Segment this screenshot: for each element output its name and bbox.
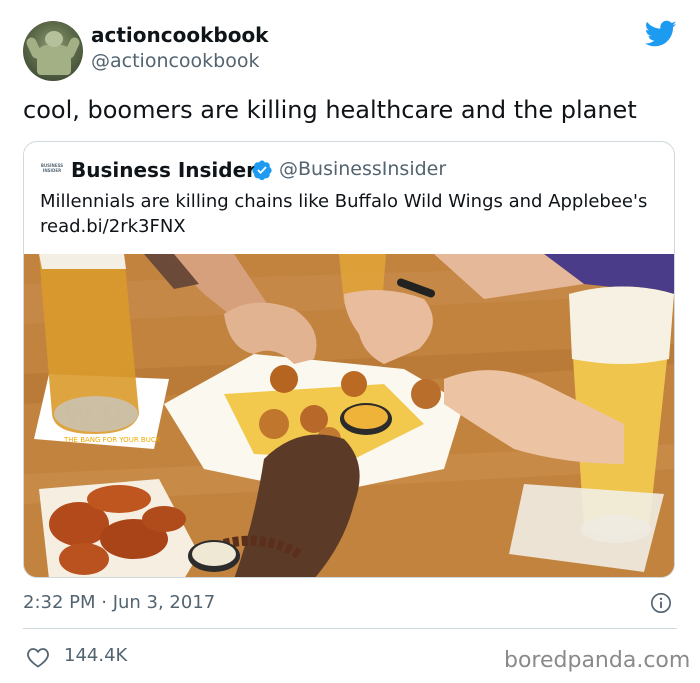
watermark: boredpanda.com — [504, 648, 691, 673]
photo-illustration: W D THE BANG FOR YOUR BUCK — [24, 254, 674, 577]
quoted-handle[interactable]: @BusinessInsider — [279, 158, 446, 180]
info-icon[interactable] — [650, 592, 672, 614]
tweet-timestamp[interactable]: 2:32 PM · Jun 3, 2017 — [23, 592, 215, 613]
business-insider-logo: BUSINESS INSIDER — [40, 163, 64, 173]
tweet-text: cool, boomers are killing healthcare and… — [23, 96, 637, 124]
coaster-text: THE BANG FOR YOUR BUCK — [63, 436, 161, 444]
quoted-tweet-photo[interactable]: W D THE BANG FOR YOUR BUCK — [24, 254, 674, 577]
verified-badge-icon — [252, 160, 272, 181]
avatar[interactable] — [23, 21, 83, 81]
like-count: 144.4K — [64, 645, 128, 666]
divider — [23, 628, 677, 629]
author-display-name[interactable]: actioncookbook — [91, 23, 268, 47]
quoted-display-name[interactable]: Business Insider — [71, 158, 256, 182]
twitter-bird-icon[interactable] — [645, 20, 677, 48]
heart-icon[interactable] — [26, 646, 50, 668]
quoted-tweet-text: Millennials are killing chains like Buff… — [40, 191, 648, 237]
quoted-tweet-card[interactable]: BUSINESS INSIDER Business Insider @Busine… — [23, 141, 675, 578]
author-handle[interactable]: @actioncookbook — [91, 50, 260, 72]
